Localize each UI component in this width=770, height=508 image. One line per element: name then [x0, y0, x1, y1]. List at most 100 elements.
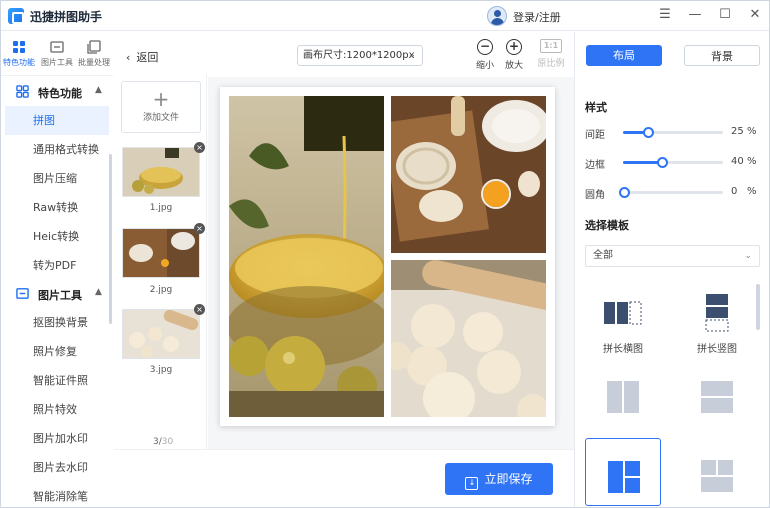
template-preview-icon [608, 461, 640, 493]
canvas-size-label: 画布尺寸:1200*1200px [303, 50, 415, 61]
template-two-columns[interactable] [585, 373, 661, 441]
file-thumbnail[interactable] [122, 309, 200, 359]
nav-group-image-tools[interactable]: 图片工具 ▲ [1, 280, 113, 308]
nav-scrollbar[interactable] [109, 154, 112, 324]
slider-value: 25 [731, 126, 744, 137]
collage-photo-dough[interactable] [391, 260, 546, 417]
title-bar: 迅捷拼图助手 登录/注册 ☰ — ☐ ✕ [1, 1, 769, 31]
slider-knob[interactable] [657, 157, 668, 168]
template-preview-icon [701, 460, 733, 492]
file-thumbnail[interactable] [122, 147, 200, 197]
user-avatar-icon[interactable] [487, 6, 507, 26]
corner-radius-slider[interactable]: 圆角 0 % [585, 185, 760, 201]
nav-item-compress[interactable]: 图片压缩 [1, 164, 113, 193]
slider-label: 边框 [585, 160, 605, 171]
nav-item-remove-watermark[interactable]: 图片去水印 [1, 453, 113, 482]
border-slider[interactable]: 边框 40 % [585, 155, 760, 171]
grid-icon [12, 40, 26, 54]
slider-track[interactable] [619, 187, 723, 198]
spacing-slider[interactable]: 间距 25 % [585, 125, 760, 141]
zoom-out-button[interactable]: − 缩小 [471, 39, 499, 71]
template-section-title: 选择模板 [585, 219, 629, 232]
rail-tab-label: 图片工具 [41, 58, 73, 67]
close-icon[interactable]: ✕ [747, 7, 763, 23]
nav-item-effects[interactable]: 照片特效 [1, 395, 113, 424]
collage-photo-pasta[interactable] [391, 96, 546, 253]
plus-icon: + [152, 87, 170, 111]
chevron-up-icon: ▲ [95, 287, 102, 297]
template-two-rows[interactable] [679, 373, 755, 441]
nav-group-features[interactable]: 特色功能 ▲ [1, 78, 113, 106]
chevron-up-icon: ▲ [95, 85, 102, 95]
rail-tab-features[interactable]: 特色功能 [1, 40, 37, 68]
nav-item-heic[interactable]: Heic转换 [1, 222, 113, 251]
login-link[interactable]: 登录/注册 [513, 9, 561, 25]
rail-tab-batch[interactable]: 批量处理 [76, 40, 112, 68]
slider-unit: % [747, 126, 757, 137]
back-button[interactable]: ‹ 返回 [126, 49, 158, 65]
nav-item-cutout[interactable]: 抠图换背景 [1, 308, 113, 337]
nav-item-format-convert[interactable]: 通用格式转换 [1, 135, 113, 164]
original-size-button[interactable]: 1:1 原比例 [535, 39, 567, 69]
remove-file-icon[interactable]: × [194, 304, 205, 315]
nav-item-id-photo[interactable]: 智能证件照 [1, 366, 113, 395]
tab-layout[interactable]: 布局 [586, 45, 662, 66]
nav-group-label: 特色功能 [38, 87, 82, 100]
slider-knob[interactable] [619, 187, 630, 198]
template-filter-select[interactable]: 全部 ⌄ [585, 245, 760, 267]
zoom-out-label: 缩小 [475, 61, 494, 71]
rail-tabs: 特色功能 图片工具 批量处理 [1, 32, 113, 76]
template-preview-icon [607, 381, 639, 413]
remove-file-icon[interactable]: × [194, 223, 205, 234]
canvas-size-select[interactable]: 画布尺寸:1200*1200px ⌄ [297, 45, 423, 66]
nav-item-eraser[interactable]: 智能消除笔 [1, 482, 113, 507]
maximize-icon[interactable]: ☐ [717, 7, 733, 23]
left-nav: 特色功能 图片工具 批量处理 特色功能 ▲ 拼图 通用格式转换 图片压缩 Raw… [1, 32, 113, 507]
app-window: 迅捷拼图助手 登录/注册 ☰ — ☐ ✕ 特色功能 图片工具 批量处理 特色功能… [0, 0, 770, 508]
back-label: 返回 [136, 51, 159, 64]
save-button[interactable]: ↓ 立即保存 [445, 463, 553, 495]
chevron-down-icon: ⌄ [408, 50, 416, 60]
template-label: 拼长竖图 [697, 344, 737, 355]
file-name: 3.jpg [149, 365, 173, 375]
rail-tab-image-tools[interactable]: 图片工具 [39, 40, 75, 68]
style-section-title: 样式 [585, 101, 607, 114]
add-file-button[interactable]: + 添加文件 [121, 81, 201, 133]
slider-track[interactable] [623, 157, 723, 168]
image-tool-icon [16, 287, 29, 300]
save-icon: ↓ [465, 477, 479, 490]
tab-background[interactable]: 背景 [684, 45, 760, 66]
chevron-down-icon: ⌄ [744, 251, 752, 261]
slider-unit: % [747, 156, 757, 167]
add-file-label: 添加文件 [142, 113, 179, 123]
zoom-in-label: 放大 [504, 61, 523, 71]
template-one-plus-two[interactable] [585, 438, 661, 506]
template-two-plus-one[interactable] [679, 438, 755, 506]
collage-photo-oil[interactable] [229, 96, 384, 417]
remove-file-icon[interactable]: × [194, 142, 205, 153]
nav-group-label: 图片工具 [38, 289, 82, 302]
slider-knob[interactable] [643, 127, 654, 138]
slider-track[interactable] [623, 127, 723, 138]
collage-canvas[interactable] [220, 87, 555, 426]
grid-icon [16, 85, 29, 98]
nav-item-add-watermark[interactable]: 图片加水印 [1, 424, 113, 453]
nav-item-pdf[interactable]: 转为PDF [1, 251, 113, 280]
nav-item-repair[interactable]: 照片修复 [1, 337, 113, 366]
menu-icon[interactable]: ☰ [657, 7, 673, 23]
slider-label: 圆角 [585, 190, 605, 201]
nav-item-collage[interactable]: 拼图 [5, 106, 109, 135]
minimize-icon[interactable]: — [687, 7, 703, 23]
right-panel-scrollbar[interactable] [756, 284, 760, 330]
template-long-vertical[interactable]: 拼长竖图 [679, 290, 755, 358]
slider-unit: % [747, 186, 757, 197]
zoom-in-icon: + [506, 39, 522, 55]
template-filter-label: 全部 [593, 250, 613, 261]
file-name: 2.jpg [149, 285, 173, 295]
nav-item-raw[interactable]: Raw转换 [1, 193, 113, 222]
image-tool-icon [50, 40, 64, 54]
zoom-in-button[interactable]: + 放大 [500, 39, 528, 71]
file-thumbnail[interactable] [122, 228, 200, 278]
app-title: 迅捷拼图助手 [30, 10, 103, 24]
template-long-horizontal[interactable]: 拼长横图 [585, 290, 661, 358]
